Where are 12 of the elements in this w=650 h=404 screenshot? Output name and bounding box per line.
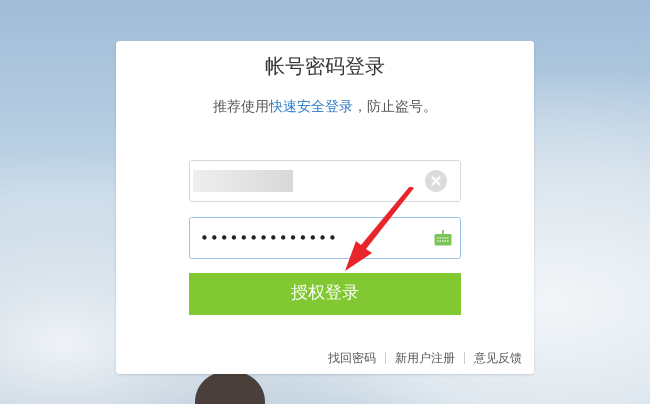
footer-link[interactable]: 新用户注册 — [385, 352, 455, 364]
notice-text: 推荐使用快速安全登录，防止盗号。 — [213, 98, 437, 117]
keyboard-icon[interactable] — [434, 230, 452, 246]
footer-link[interactable]: 找回密码 — [328, 352, 376, 364]
quick-login-link[interactable]: 快速安全登录 — [269, 99, 353, 115]
password-field[interactable]: •••••••••••••• — [189, 217, 461, 259]
clear-icon[interactable] — [425, 170, 447, 192]
dialog-title: 帐号密码登录 — [265, 53, 385, 80]
username-field[interactable] — [189, 160, 461, 202]
footer-link[interactable]: 意见反馈 — [464, 352, 522, 364]
password-input[interactable]: •••••••••••••• — [200, 226, 400, 250]
photo-placeholder — [195, 372, 265, 404]
